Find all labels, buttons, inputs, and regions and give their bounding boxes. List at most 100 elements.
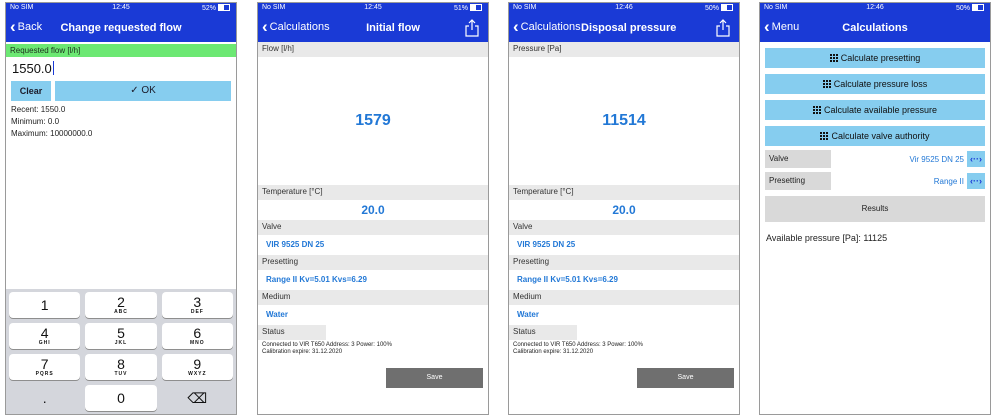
flow-label: Flow [l/h] (258, 42, 488, 57)
presetting-label: Presetting (258, 255, 488, 270)
status-bar: No SIM 12:45 52% (6, 3, 236, 14)
flow-value: 1579 (355, 112, 391, 129)
battery-indicator: 50% (956, 4, 984, 12)
key-7[interactable]: 7 PQRS (9, 354, 81, 380)
navigation-bar: ‹ Calculations Disposal pressure (509, 14, 739, 42)
numeric-keypad: 1 2 ABC 3 DEF 4 GHI 5 JKL 6 MNO 7 PQRS 8 TUV 9W… (6, 289, 236, 414)
valve-label: Valve (765, 150, 831, 168)
pressure-value: 11514 (602, 112, 646, 129)
status-label: Status (509, 325, 577, 340)
presetting-value[interactable]: Range II Kv=5.01 Kvs=6.29 (258, 270, 488, 290)
key-4[interactable]: 4 GHI (9, 323, 81, 349)
results-button[interactable]: Results (765, 196, 985, 222)
valve-value[interactable]: VIR 9525 DN 25 (258, 235, 488, 255)
presetting-label: Presetting (509, 255, 739, 270)
medium-label: Medium (258, 290, 488, 305)
temperature-label: Temperature [°C] (509, 185, 739, 200)
requested-flow-input[interactable]: 1550.0 (6, 57, 236, 81)
valve-value[interactable]: VIR 9525 DN 25 (509, 235, 739, 255)
temperature-value: 20.0 (612, 203, 636, 217)
temperature-label: Temperature [°C] (258, 185, 488, 200)
key-0[interactable]: 0 (85, 385, 157, 411)
calculator-grid-icon (812, 106, 821, 114)
requested-flow-label: Requested flow [l/h] (6, 44, 236, 57)
valve-row: Valve Vir 9525 DN 25 ‹··› (765, 150, 985, 168)
key-1[interactable]: 1 (9, 292, 81, 318)
select-presetting-arrows-icon[interactable]: ‹··› (967, 173, 985, 189)
calculator-grid-icon (822, 80, 831, 88)
navigation-bar: ‹ Back Change requested flow (6, 14, 236, 42)
navigation-bar: ‹ Calculations Initial flow (258, 14, 488, 42)
page-title: Change requested flow (60, 22, 182, 34)
backspace-icon: ⌫ (187, 390, 208, 406)
key-9[interactable]: 9 WXYZ (161, 354, 233, 380)
status-text: Connected to VIR T650 Address: 3 Power: … (262, 342, 392, 355)
battery-indicator: 52% (202, 4, 230, 12)
back-label: Calculations (520, 21, 581, 33)
phone-change-requested-flow: No SIM 12:45 52% ‹ Back Change requested … (5, 2, 237, 415)
battery-label: 52% (201, 5, 216, 12)
medium-value[interactable]: Water (258, 305, 488, 325)
battery-icon (218, 4, 230, 11)
minimum-value: Minimum: 0.0 (11, 117, 60, 126)
battery-label: 50% (704, 5, 719, 12)
battery-icon (721, 4, 733, 11)
key-8[interactable]: 8 TUV (85, 354, 157, 380)
valve-label: Valve (258, 220, 488, 235)
calculator-grid-icon (829, 54, 838, 62)
available-pressure-result: Available pressure [Pa]: 11125 (766, 233, 888, 243)
save-button[interactable]: Save (637, 368, 734, 388)
phone-initial-flow: No SIM 12:45 51% ‹ Calculations Initial f… (257, 2, 489, 415)
key-5[interactable]: 5 JKL (85, 323, 157, 349)
recent-value: Recent: 1550.0 (11, 105, 66, 114)
flow-info: Recent: 1550.0 Minimum: 0.0 Maximum: 100… (6, 101, 236, 140)
medium-label: Medium (509, 290, 739, 305)
chevron-left-icon: ‹ (513, 17, 519, 36)
battery-icon (972, 4, 984, 11)
select-valve-arrows-icon[interactable]: ‹··› (967, 151, 985, 167)
key-6[interactable]: 6 MNO (161, 323, 233, 349)
calculate-presetting-button[interactable]: Calculate presetting (765, 48, 985, 68)
presetting-row: Presetting Range II ‹··› (765, 172, 985, 190)
key-2[interactable]: 2 ABC (85, 292, 157, 318)
calculate-valve-authority-button[interactable]: Calculate valve authority (765, 126, 985, 146)
calculate-pressure-loss-button[interactable]: Calculate pressure loss (765, 74, 985, 94)
battery-label: 50% (955, 5, 970, 12)
temperature-value: 20.0 (361, 203, 385, 217)
share-icon[interactable] (464, 19, 480, 37)
phone-calculations: No SIM 12:46 50% ‹ Menu Calculations Calc… (759, 2, 991, 415)
ok-button[interactable]: ✓ OK (55, 81, 231, 101)
medium-value[interactable]: Water (509, 305, 739, 325)
key-decimal[interactable]: . (9, 385, 80, 411)
valve-value: Vir 9525 DN 25 (909, 154, 964, 164)
status-text: Connected to VIR T650 Address: 3 Power: … (513, 342, 643, 355)
save-button[interactable]: Save (386, 368, 483, 388)
phone-disposal-pressure: No SIM 12:46 50% ‹ Calculations Disposal … (508, 2, 740, 415)
share-icon[interactable] (715, 19, 731, 37)
status-bar: No SIM 12:46 50% (509, 3, 739, 14)
presetting-value: Range II (933, 176, 964, 186)
text-caret (52, 61, 54, 75)
calculator-grid-icon (820, 132, 829, 140)
maximum-value: Maximum: 10000000.0 (11, 129, 93, 138)
battery-indicator: 51% (454, 4, 482, 12)
status-bar: No SIM 12:46 50% (760, 3, 990, 14)
page-title: Initial flow (366, 22, 420, 34)
back-button[interactable]: ‹ Calculations (513, 17, 581, 36)
chevron-left-icon: ‹ (262, 17, 268, 36)
battery-icon (470, 4, 482, 11)
battery-label: 51% (453, 5, 468, 12)
key-3[interactable]: 3 DEF (161, 292, 233, 318)
clear-button[interactable]: Clear (11, 81, 51, 101)
battery-indicator: 50% (705, 4, 733, 12)
presetting-value[interactable]: Range II Kv=5.01 Kvs=6.29 (509, 270, 739, 290)
calculate-available-pressure-button[interactable]: Calculate available pressure (765, 100, 985, 120)
backspace-key[interactable]: ⌫ (162, 385, 233, 411)
status-bar: No SIM 12:45 51% (258, 3, 488, 14)
navigation-bar: ‹ Menu Calculations (760, 14, 990, 42)
valve-label: Valve (509, 220, 739, 235)
requested-flow-value: 1550.0 (12, 61, 52, 76)
page-title: Calculations (842, 22, 908, 34)
presetting-label: Presetting (765, 172, 831, 190)
status-label: Status (258, 325, 326, 340)
